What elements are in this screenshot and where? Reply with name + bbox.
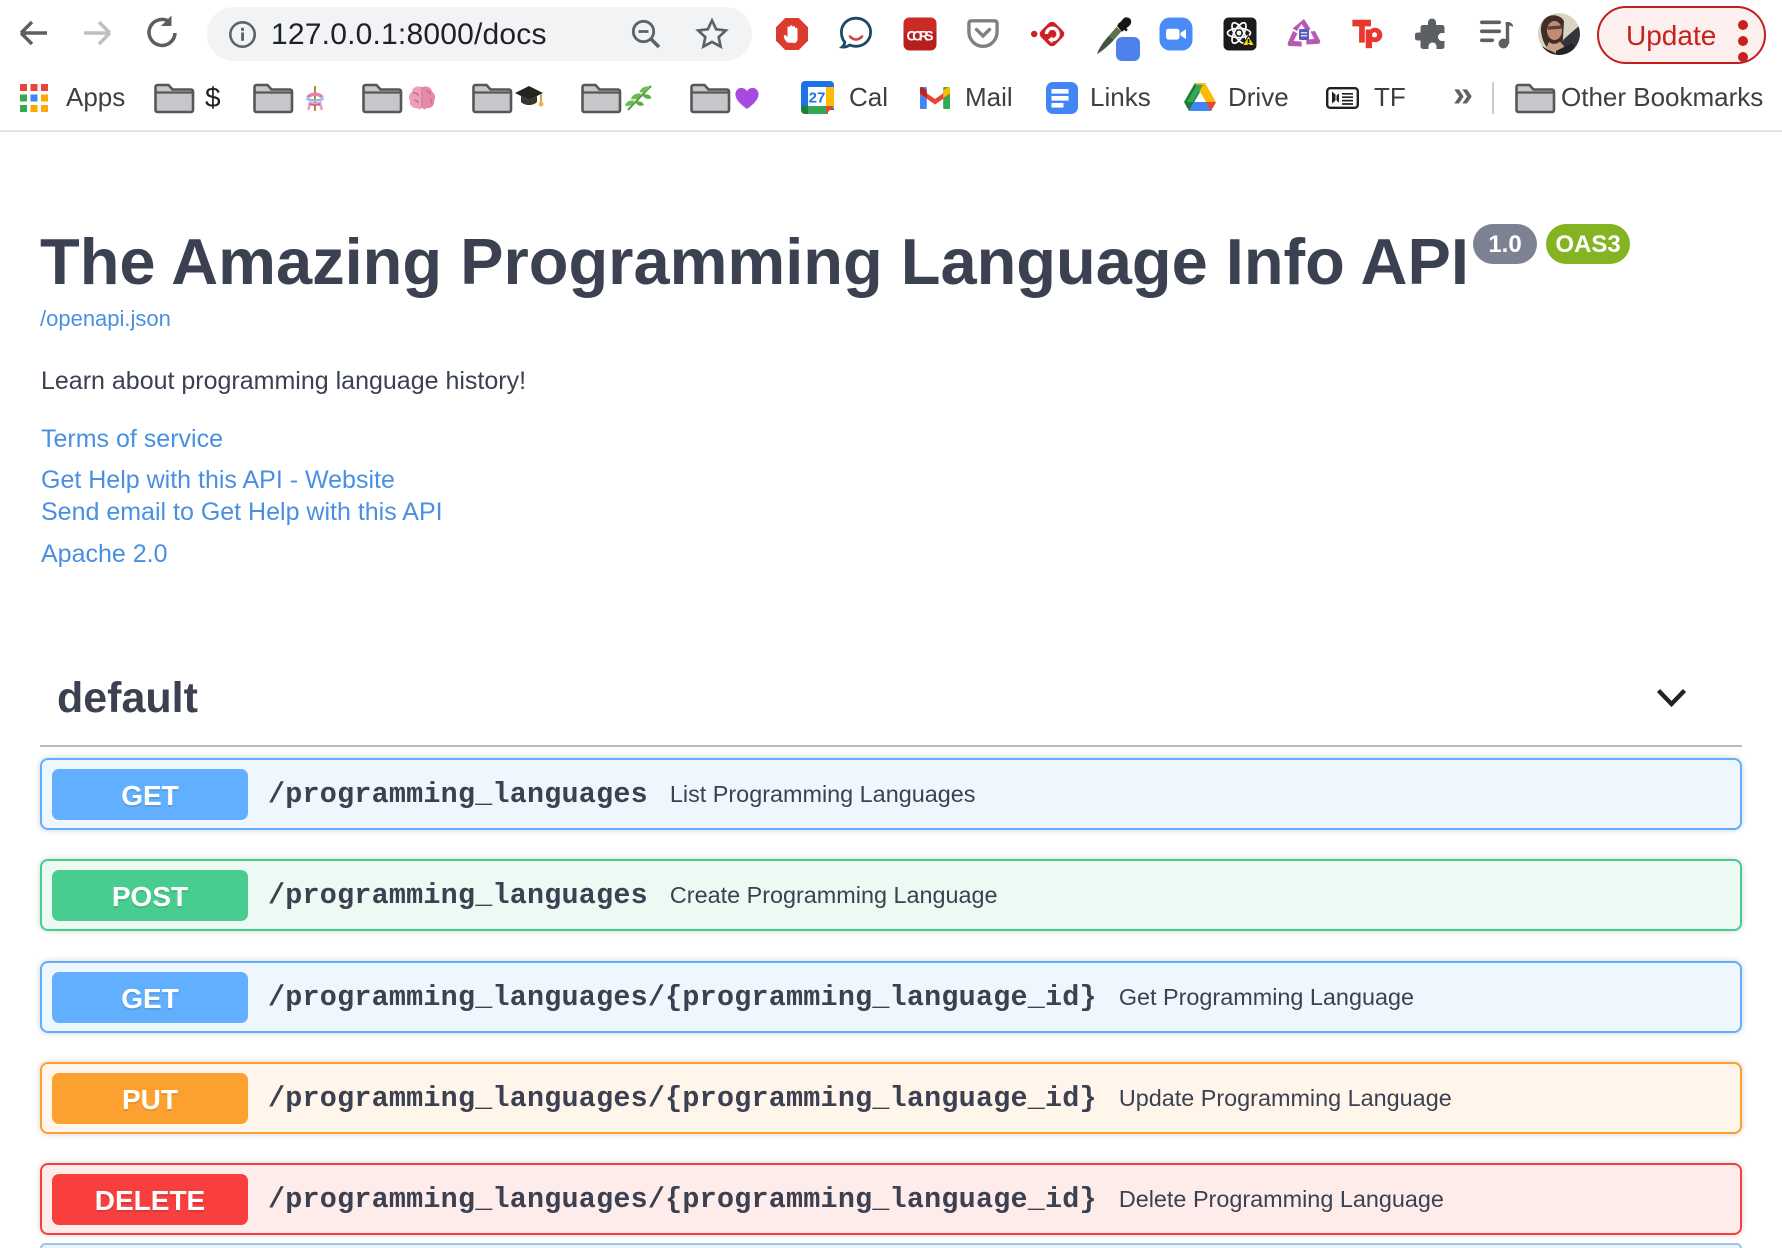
svg-text:27: 27 [809, 90, 826, 107]
svg-text:CORS: CORS [907, 29, 934, 44]
